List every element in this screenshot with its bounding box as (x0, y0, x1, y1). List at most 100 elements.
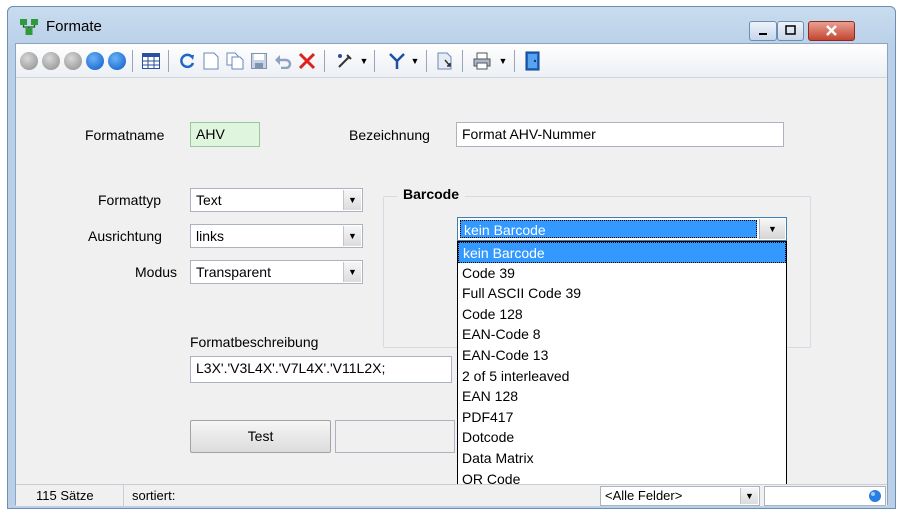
filter-dropdown-icon[interactable]: ▼ (410, 53, 420, 69)
ausrichtung-select[interactable]: links ▼ (190, 224, 363, 248)
barcode-option[interactable]: EAN-Code 13 (458, 345, 786, 366)
barcode-option[interactable]: PDF417 (458, 407, 786, 428)
formatbeschreibung-field[interactable]: L3X'.'V3L4X'.'V7L4X'.'V11L2X; (190, 356, 452, 383)
barcode-option[interactable]: Code 39 (458, 263, 786, 284)
delete-icon (298, 52, 316, 70)
formattyp-select[interactable]: Text ▼ (190, 188, 363, 212)
toolbar-separator (132, 50, 133, 72)
search-icon (869, 490, 881, 502)
app-icon (20, 19, 38, 35)
chevron-down-icon[interactable]: ▼ (343, 190, 361, 210)
copy-icon (226, 52, 244, 70)
toolbar-separator (462, 50, 463, 72)
formatbeschreibung-label: Formatbeschreibung (190, 334, 319, 350)
print-dropdown-icon[interactable]: ▼ (498, 53, 508, 69)
toolbar-separator (514, 50, 515, 72)
formattyp-label: Formattyp (98, 192, 162, 208)
chevron-down-icon[interactable]: ▼ (759, 219, 785, 239)
undo-button[interactable] (272, 50, 294, 72)
previous-icon (64, 52, 82, 70)
barcode-option[interactable]: kein Barcode (458, 242, 786, 263)
title-bar: Formate (8, 7, 895, 47)
minimize-button[interactable] (749, 21, 777, 41)
barcode-select[interactable]: kein Barcode ▼ (457, 217, 787, 241)
undo-icon (275, 55, 292, 69)
chevron-down-icon[interactable]: ▼ (740, 488, 758, 504)
new-record-button[interactable] (200, 50, 222, 72)
edit-tool-icon (338, 54, 352, 68)
formatname-label: Formatname (85, 127, 165, 143)
status-bar: 115 Sätze sortiert: <Alle Felder> ▼ (16, 484, 887, 507)
modus-select[interactable]: Transparent ▼ (190, 260, 363, 284)
bezeichnung-field[interactable]: Format AHV-Nummer (456, 122, 784, 147)
barcode-option[interactable]: Data Matrix (458, 448, 786, 469)
formattyp-value: Text (196, 192, 222, 208)
window-title: Formate (46, 18, 102, 35)
previous-page-button[interactable] (40, 50, 62, 72)
edit-tool-button[interactable] (334, 50, 356, 72)
barcode-dropdown-list: kein Barcode Code 39 Full ASCII Code 39 … (457, 241, 787, 489)
minimize-icon (759, 33, 767, 35)
chevron-down-icon[interactable]: ▼ (343, 226, 361, 246)
table-view-button[interactable] (140, 50, 162, 72)
modus-label: Modus (135, 264, 178, 280)
last-record-button[interactable] (106, 50, 128, 72)
test-result-field (335, 420, 455, 453)
record-count: 115 Sätze (30, 485, 124, 507)
barcode-option[interactable]: EAN-Code 8 (458, 324, 786, 345)
toolbar-separator (374, 50, 375, 72)
close-button[interactable] (808, 21, 855, 41)
new-icon (203, 52, 219, 70)
print-button[interactable] (472, 50, 494, 72)
formatname-field[interactable]: AHV (190, 122, 260, 147)
first-record-button[interactable] (18, 50, 40, 72)
test-button[interactable]: Test (190, 420, 331, 453)
filter-button[interactable] (386, 50, 408, 72)
barcode-group-title: Barcode (397, 186, 466, 202)
previous-record-button[interactable] (62, 50, 84, 72)
filter-icon (389, 53, 405, 69)
delete-button[interactable] (296, 50, 318, 72)
save-icon (251, 53, 267, 69)
exit-icon (525, 51, 540, 71)
client-area: ▼ ▼ ▼ Formatname AHV Bezeichnung Format (15, 43, 888, 507)
close-icon (826, 25, 837, 36)
barcode-option[interactable]: 2 of 5 interleaved (458, 366, 786, 387)
field-filter-select[interactable]: <Alle Felder> ▼ (600, 486, 760, 506)
next-icon (86, 52, 104, 70)
edit-tool-dropdown-icon[interactable]: ▼ (359, 53, 369, 69)
toolbar-separator (324, 50, 325, 72)
print-icon (473, 52, 491, 70)
toolbar-separator (426, 50, 427, 72)
maximize-button[interactable] (777, 21, 804, 41)
table-view-icon (142, 53, 160, 69)
maximize-icon (785, 25, 796, 35)
next-record-button[interactable] (84, 50, 106, 72)
field-filter-value: <Alle Felder> (605, 488, 683, 503)
copy-record-button[interactable] (224, 50, 246, 72)
ausrichtung-label: Ausrichtung (88, 228, 162, 244)
sort-status: sortiert: (132, 488, 176, 503)
last-icon (108, 52, 126, 70)
barcode-option[interactable]: Full ASCII Code 39 (458, 283, 786, 304)
toolbar-separator (168, 50, 169, 72)
search-input[interactable] (764, 486, 886, 506)
refresh-button[interactable] (176, 50, 198, 72)
save-button[interactable] (248, 50, 270, 72)
barcode-selected-value: kein Barcode (460, 220, 757, 238)
document-button[interactable] (434, 50, 456, 72)
modus-value: Transparent (196, 264, 271, 280)
barcode-option[interactable]: Code 128 (458, 304, 786, 325)
bezeichnung-label: Bezeichnung (349, 127, 430, 143)
chevron-down-icon[interactable]: ▼ (343, 262, 361, 282)
barcode-option[interactable]: Dotcode (458, 427, 786, 448)
main-window: Formate ▼ ▼ ▼ Formatname AHV Bezeichnung… (7, 6, 896, 509)
toolbar: ▼ ▼ ▼ (16, 44, 887, 78)
previous-page-icon (42, 52, 60, 70)
refresh-icon (180, 53, 195, 69)
barcode-option[interactable]: EAN 128 (458, 386, 786, 407)
document-icon (437, 52, 452, 70)
first-icon (20, 52, 38, 70)
exit-button[interactable] (522, 50, 544, 72)
ausrichtung-value: links (196, 228, 225, 244)
